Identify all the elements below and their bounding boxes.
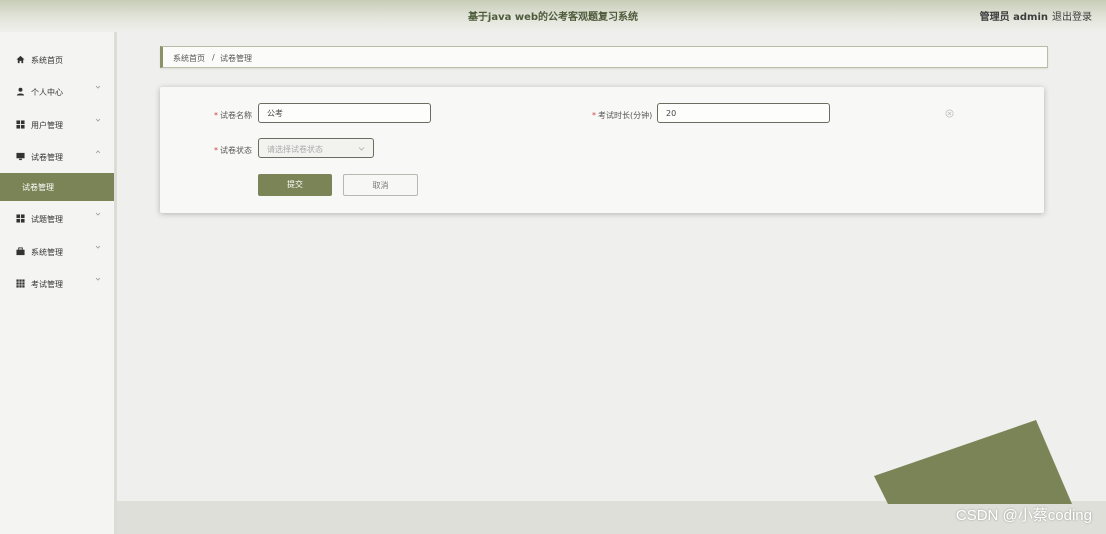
required-mark: * (214, 146, 218, 155)
sidebar-subitem-label: 试卷管理 (22, 183, 54, 192)
chevron-down-icon (95, 85, 101, 89)
cancel-button[interactable]: 取消 (343, 174, 418, 196)
sidebar-item-exam-management[interactable]: 考试管理 (0, 270, 114, 298)
sidebar-item-label: 系统首页 (31, 56, 63, 65)
breadcrumb: 系统首页 / 试卷管理 (160, 46, 1048, 68)
sidebar-item-label: 试卷管理 (31, 153, 63, 162)
decorative-shape (874, 420, 1072, 504)
sidebar-item-label: 考试管理 (31, 280, 63, 289)
top-bar: 基于java web的公考客观题复习系统 管理员 admin 退出登录 (0, 0, 1106, 32)
submit-button[interactable]: 提交 (258, 174, 332, 196)
user-icon (16, 87, 25, 96)
sidebar-item-paper-management[interactable]: 试卷管理 (0, 143, 114, 171)
sidebar-item-user-management[interactable]: 用户管理 (0, 111, 114, 139)
sidebar-item-system-management[interactable]: 系统管理 (0, 238, 114, 266)
briefcase-icon (16, 247, 25, 256)
sidebar-item-label: 用户管理 (31, 121, 63, 130)
required-mark: * (214, 111, 218, 120)
app-title: 基于java web的公考客观题复习系统 (467, 12, 639, 23)
exam-duration-input[interactable] (657, 103, 830, 123)
paper-name-label: * 试卷名称 (214, 111, 252, 120)
required-mark: * (592, 111, 596, 120)
monitor-icon (16, 152, 25, 161)
chevron-down-icon (95, 212, 101, 216)
paper-name-input[interactable] (258, 103, 431, 123)
grid-icon (16, 214, 25, 223)
chevron-down-icon (95, 118, 101, 122)
home-icon (16, 55, 25, 64)
logout-link[interactable]: 退出登录 (1052, 8, 1092, 23)
chevron-down-icon (95, 245, 101, 249)
chevron-up-icon (95, 150, 101, 154)
sidebar-item-label: 个人中心 (31, 88, 63, 97)
breadcrumb-separator: / (212, 53, 215, 62)
chevron-down-icon (95, 277, 101, 281)
paper-form-card: *试卷名称 *考试时长(分钟) *试卷状态 请选择试卷状态 提交 取消 (160, 87, 1044, 213)
sidebar-item-label: 试题管理 (31, 215, 63, 224)
sidebar-item-personal-center[interactable]: 个人中心 (0, 78, 114, 106)
breadcrumb-home[interactable]: 系统首页 (173, 53, 205, 64)
watermark: CSDN @小蔡coding (955, 507, 1092, 524)
exam-duration-label: * 考试时长(分钟) (592, 111, 653, 120)
table-icon (16, 279, 25, 288)
select-placeholder: 请选择试卷状态 (267, 145, 323, 154)
paper-status-label: * 试卷状态 (214, 146, 252, 155)
breadcrumb-current: 试卷管理 (220, 54, 252, 63)
grid-icon (16, 120, 25, 129)
paper-status-select[interactable]: 请选择试卷状态 (258, 138, 374, 158)
sidebar-item-question-management[interactable]: 试题管理 (0, 205, 114, 233)
sidebar: 系统首页 个人中心 用户管理 试卷管理 试卷管理 试题管理 系统管理 考试管理 (0, 32, 117, 534)
current-user: 管理员 admin (979, 12, 1048, 23)
chevron-down-icon (358, 147, 365, 151)
sidebar-subitem-paper-management[interactable]: 试卷管理 (0, 173, 114, 201)
sidebar-item-home[interactable]: 系统首页 (0, 46, 114, 74)
clear-icon[interactable] (945, 109, 954, 118)
sidebar-item-label: 系统管理 (31, 248, 63, 257)
